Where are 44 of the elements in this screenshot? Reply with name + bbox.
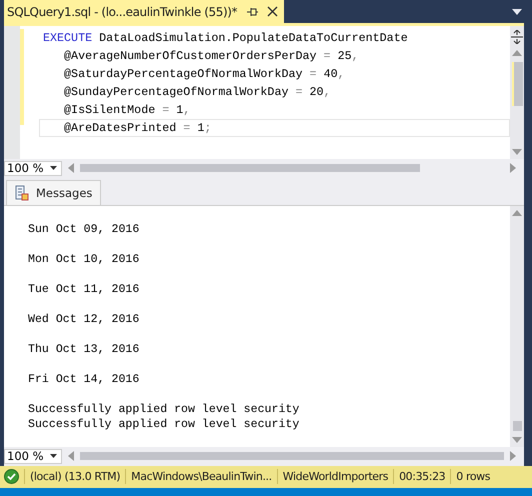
scroll-down-icon[interactable]: [512, 436, 522, 443]
message-line: Mon Oct 10, 2016: [28, 252, 140, 267]
document-tab[interactable]: SQLQuery1.sql - (lo...eaulinTwinkle (55))*: [4, 0, 284, 23]
message-line: Successfully applied row level security: [28, 416, 300, 432]
split-icon[interactable]: [511, 30, 523, 44]
code-line: EXECUTE DataLoadSimulation.PopulateDataToCurrentDate: [42, 30, 409, 47]
message-line: Sun Oct 09, 2016: [28, 222, 140, 237]
code-line: @AverageNumberOfCustomerOrdersPerDay = 25,: [63, 48, 360, 65]
scroll-up-icon[interactable]: [512, 50, 522, 56]
dropdown-arrow-icon[interactable]: [512, 9, 522, 15]
status-item: (local) (13.0 RTM): [30, 470, 120, 484]
scroll-thumb[interactable]: [512, 420, 522, 431]
caret-icon: [50, 166, 57, 170]
message-line: Successfully applied row level security: [28, 402, 300, 417]
zoom-dropdown[interactable]: 100 %: [4, 160, 62, 176]
scroll-up-icon[interactable]: [512, 210, 522, 216]
message-line: Thu Oct 13, 2016: [28, 342, 140, 357]
code-line: @IsSilentMode = 1,: [63, 102, 192, 119]
close-icon[interactable]: [267, 6, 278, 17]
message-line: Wed Oct 12, 2016: [28, 312, 140, 327]
horizontal-scroll-thumb[interactable]: [80, 164, 420, 172]
scroll-right-icon[interactable]: [510, 451, 516, 462]
code-line: @SundayPercentageOfNormalWorkDay = 20,: [63, 84, 332, 101]
message-line: Fri Oct 14, 2016: [28, 372, 140, 387]
vertical-scrollbar[interactable]: [510, 206, 524, 447]
caret-icon: [50, 454, 57, 458]
status-item: MacWindows\BeaulinTwin...: [131, 470, 272, 484]
scroll-left-icon[interactable]: [68, 163, 74, 174]
scroll-right-icon[interactable]: [510, 163, 516, 174]
zoom-dropdown[interactable]: 100 %: [4, 448, 62, 464]
scroll-thumb[interactable]: [512, 62, 522, 106]
messages-icon: [15, 184, 29, 201]
messages-tab[interactable]: Messages: [6, 180, 102, 205]
message-line: Tue Oct 11, 2016: [28, 282, 140, 297]
pin-icon[interactable]: [246, 6, 258, 16]
scroll-down-icon[interactable]: [512, 148, 522, 155]
tab-title: SQLQuery1.sql - (lo...eaulinTwinkle (55))*: [7, 4, 238, 18]
status-item: 00:35:23: [399, 470, 446, 484]
scroll-left-icon[interactable]: [68, 451, 74, 462]
horizontal-scroll-thumb[interactable]: [80, 452, 504, 460]
code-line: @SaturdayPercentageOfNormalWorkDay = 40,: [63, 66, 346, 83]
vertical-scrollbar[interactable]: [510, 26, 524, 159]
status-item: 0 rows: [456, 470, 490, 484]
status-item: WideWorldImporters: [282, 470, 388, 484]
